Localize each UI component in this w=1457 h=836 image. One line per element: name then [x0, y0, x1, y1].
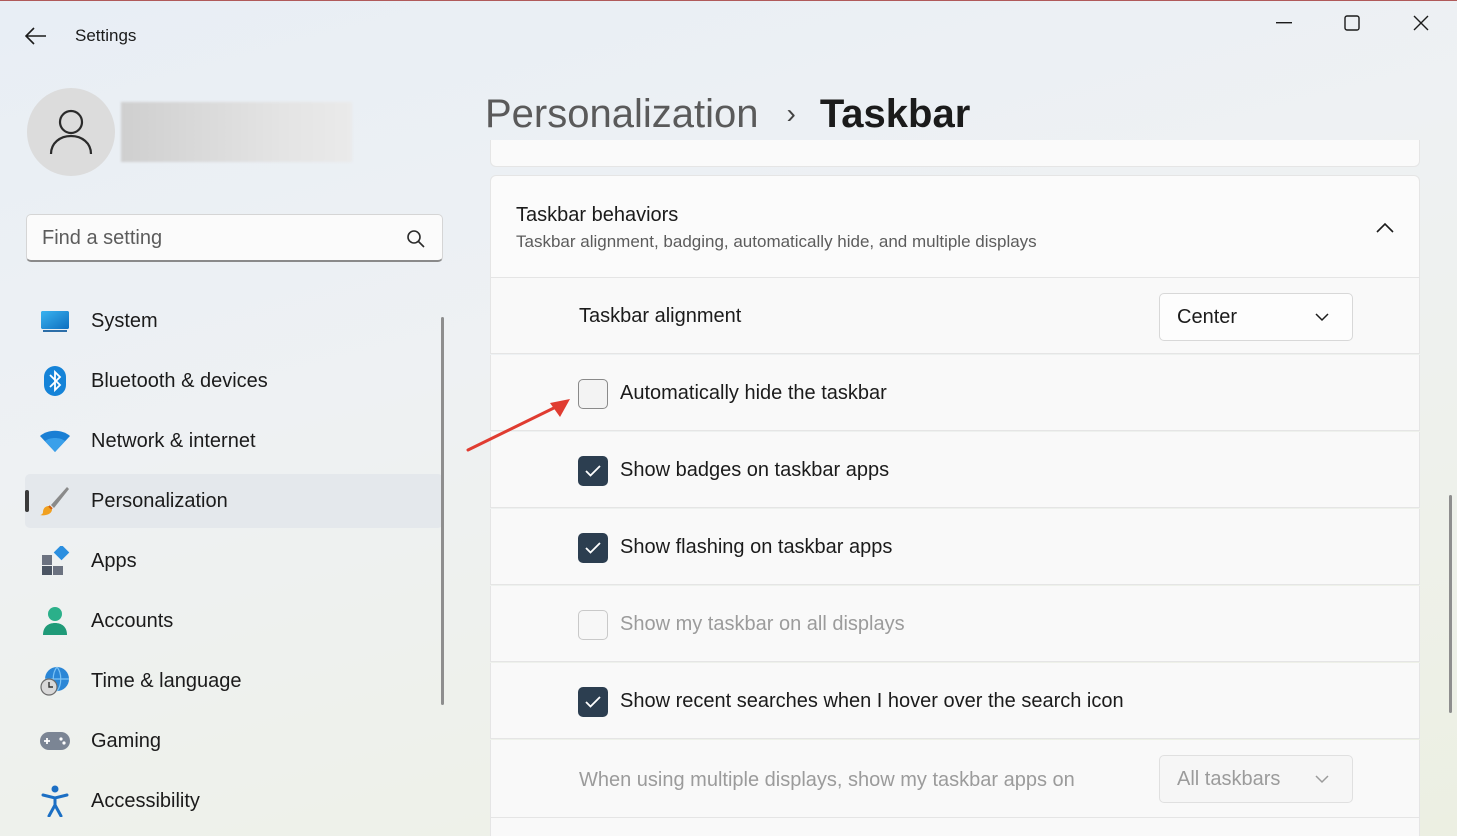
- profile-name-redacted: [121, 102, 352, 162]
- sidebar-item-label: Gaming: [91, 729, 162, 752]
- taskbar-behaviors-header[interactable]: Taskbar behaviors Taskbar alignment, bad…: [490, 175, 1420, 278]
- dropdown-value: Center: [1177, 306, 1238, 328]
- sidebar-item-bluetooth[interactable]: Bluetooth & devices: [25, 354, 443, 408]
- sidebar-item-time-language[interactable]: Time & language: [25, 654, 443, 708]
- avatar[interactable]: [27, 88, 115, 176]
- previous-section-card: [490, 140, 1420, 167]
- taskbar-alignment-dropdown[interactable]: Center: [1159, 293, 1353, 341]
- close-icon: [1413, 15, 1429, 31]
- all-displays-checkbox[interactable]: [578, 610, 608, 640]
- back-arrow-icon: [25, 27, 46, 45]
- sidebar-item-network[interactable]: Network & internet: [25, 414, 443, 468]
- title-bar: Settings: [0, 0, 1457, 72]
- back-button[interactable]: [16, 20, 56, 52]
- taskbar-alignment-label: Taskbar alignment: [579, 305, 742, 327]
- option-label: Show badges on taskbar apps: [620, 459, 890, 481]
- annotation-arrow-icon: [466, 399, 570, 452]
- paintbrush-icon: [39, 485, 71, 517]
- option-row-auto-hide: Automatically hide the taskbar: [490, 355, 1420, 431]
- apps-icon: [39, 545, 71, 577]
- bluetooth-icon: [39, 365, 71, 397]
- sidebar-scrollbar[interactable]: [441, 317, 444, 705]
- sidebar-nav: System Bluetooth & devices Network & int…: [25, 294, 443, 834]
- sidebar-item-label: Time & language: [91, 669, 242, 692]
- sidebar-item-system[interactable]: System: [25, 294, 443, 348]
- taskbar-alignment-row: Taskbar alignment Center: [490, 278, 1420, 354]
- search-input[interactable]: [42, 224, 402, 252]
- system-icon: [39, 305, 71, 337]
- sidebar-item-accessibility[interactable]: Accessibility: [25, 774, 443, 828]
- sidebar-item-apps[interactable]: Apps: [25, 534, 443, 588]
- badges-checkbox[interactable]: [578, 456, 608, 486]
- option-label: Show flashing on taskbar apps: [620, 536, 893, 558]
- gamepad-icon: [39, 725, 71, 757]
- app-title: Settings: [75, 26, 137, 45]
- sidebar-item-label: Apps: [91, 549, 137, 572]
- sidebar-item-label: Personalization: [91, 489, 228, 512]
- multiple-displays-dropdown[interactable]: All taskbars: [1159, 755, 1353, 803]
- sidebar-item-gaming[interactable]: Gaming: [25, 714, 443, 768]
- section-title: Taskbar behaviors: [516, 204, 679, 226]
- accessibility-icon: [39, 785, 71, 817]
- search-icon[interactable]: [405, 228, 427, 250]
- chevron-up-icon[interactable]: [1371, 216, 1399, 240]
- option-label: Show recent searches when I hover over t…: [620, 690, 1124, 712]
- option-label: Show my taskbar on all displays: [620, 613, 905, 635]
- checkmark-icon: [585, 542, 601, 554]
- sidebar-item-label: Accessibility: [91, 789, 200, 812]
- breadcrumb-parent[interactable]: Personalization: [485, 92, 759, 137]
- chevron-down-icon: [1315, 313, 1329, 322]
- dropdown-value: All taskbars: [1177, 768, 1281, 790]
- multiple-displays-row: When using multiple displays, show my ta…: [490, 740, 1420, 818]
- minimize-button[interactable]: [1250, 0, 1318, 46]
- sidebar-item-label: Bluetooth & devices: [91, 369, 268, 392]
- option-row-recent-searches: Show recent searches when I hover over t…: [490, 663, 1420, 739]
- recent-searches-checkbox[interactable]: [578, 687, 608, 717]
- flashing-checkbox[interactable]: [578, 533, 608, 563]
- wifi-icon: [39, 425, 71, 457]
- active-indicator: [25, 490, 29, 512]
- sidebar-item-label: System: [91, 309, 158, 332]
- option-row-badges: Show badges on taskbar apps: [490, 432, 1420, 508]
- sidebar-item-personalization[interactable]: Personalization: [25, 474, 443, 528]
- checkmark-icon: [585, 696, 601, 708]
- minimize-icon: [1276, 22, 1292, 24]
- option-row-flashing: Show flashing on taskbar apps: [490, 509, 1420, 585]
- chevron-down-icon: [1315, 775, 1329, 784]
- close-button[interactable]: [1387, 0, 1455, 46]
- content-scrollbar[interactable]: [1449, 495, 1452, 713]
- sidebar-item-label: Accounts: [91, 609, 174, 632]
- sidebar-item-label: Network & internet: [91, 429, 256, 452]
- next-row-partial: [490, 818, 1420, 836]
- sidebar-item-accounts[interactable]: Accounts: [25, 594, 443, 648]
- search-box[interactable]: [26, 214, 443, 262]
- multiple-displays-label: When using multiple displays, show my ta…: [579, 769, 1075, 791]
- auto-hide-checkbox[interactable]: [578, 379, 608, 409]
- breadcrumb: Personalization › Taskbar: [485, 86, 970, 142]
- maximize-button[interactable]: [1318, 0, 1386, 46]
- globe-clock-icon: [39, 665, 71, 697]
- section-subtitle: Taskbar alignment, badging, automaticall…: [516, 232, 1037, 251]
- breadcrumb-separator: ›: [786, 98, 796, 129]
- option-row-all-displays: Show my taskbar on all displays: [490, 586, 1420, 662]
- maximize-icon: [1344, 15, 1360, 31]
- checkmark-icon: [585, 465, 601, 477]
- page-title: Taskbar: [819, 91, 971, 136]
- user-icon: [49, 109, 93, 155]
- option-label: Automatically hide the taskbar: [620, 382, 887, 404]
- accounts-icon: [39, 605, 71, 637]
